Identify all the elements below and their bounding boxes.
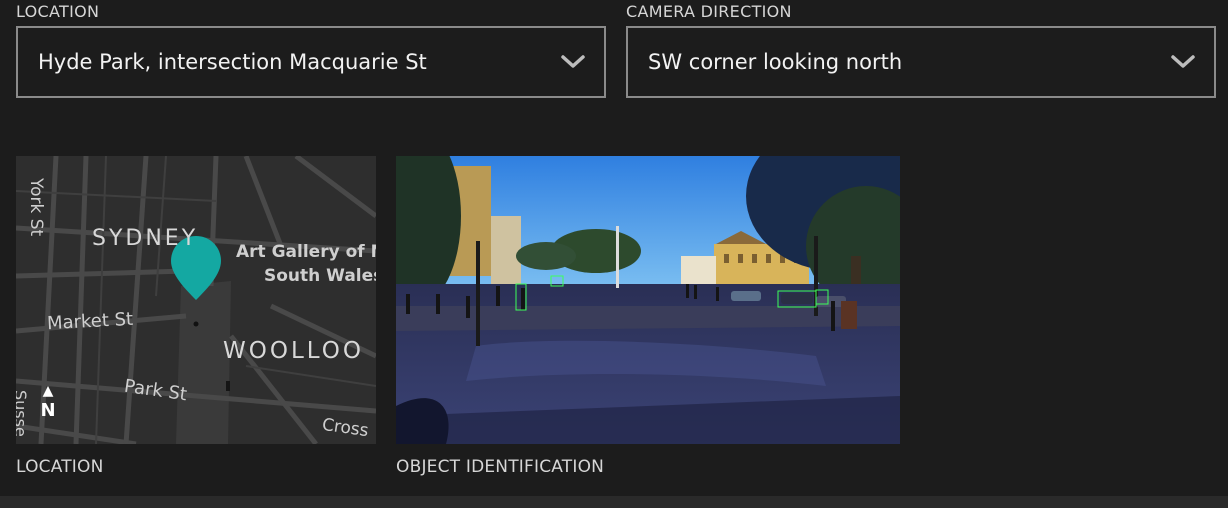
map-label-market-st: Market St bbox=[46, 308, 134, 335]
chevron-down-icon bbox=[561, 55, 585, 68]
map-streets bbox=[16, 156, 376, 444]
map-label-york-st: York St bbox=[26, 178, 46, 237]
map-caption: LOCATION bbox=[16, 457, 104, 477]
north-arrow-icon: ▲ bbox=[42, 383, 54, 399]
map-label-woolloo: WOOLLOO bbox=[223, 338, 364, 364]
camera-feed[interactable] bbox=[396, 156, 900, 444]
camera-direction-label: CAMERA DIRECTION bbox=[626, 2, 792, 21]
location-select-value: Hyde Park, intersection Macquarie St bbox=[38, 50, 427, 74]
chevron-down-icon bbox=[1171, 55, 1195, 68]
map-label-art-gallery-1: Art Gallery of N bbox=[236, 242, 376, 262]
north-label: N bbox=[40, 400, 56, 421]
map-label-sydney: SYDNEY bbox=[92, 226, 199, 251]
location-select[interactable]: Hyde Park, intersection Macquarie St bbox=[16, 26, 606, 98]
location-label: LOCATION bbox=[16, 2, 100, 21]
north-indicator: ▲ N bbox=[38, 384, 58, 420]
map-label-sussex: Susse bbox=[16, 390, 30, 437]
location-map[interactable]: York St SYDNEY Art Gallery of N South Wa… bbox=[16, 156, 376, 444]
camera-direction-value: SW corner looking north bbox=[648, 50, 903, 74]
map-label-art-gallery-2: South Wales bbox=[264, 266, 376, 286]
camera-image bbox=[396, 156, 900, 444]
footer-bar bbox=[0, 496, 1228, 508]
camera-caption: OBJECT IDENTIFICATION bbox=[396, 457, 605, 477]
camera-direction-select[interactable]: SW corner looking north bbox=[626, 26, 1216, 98]
